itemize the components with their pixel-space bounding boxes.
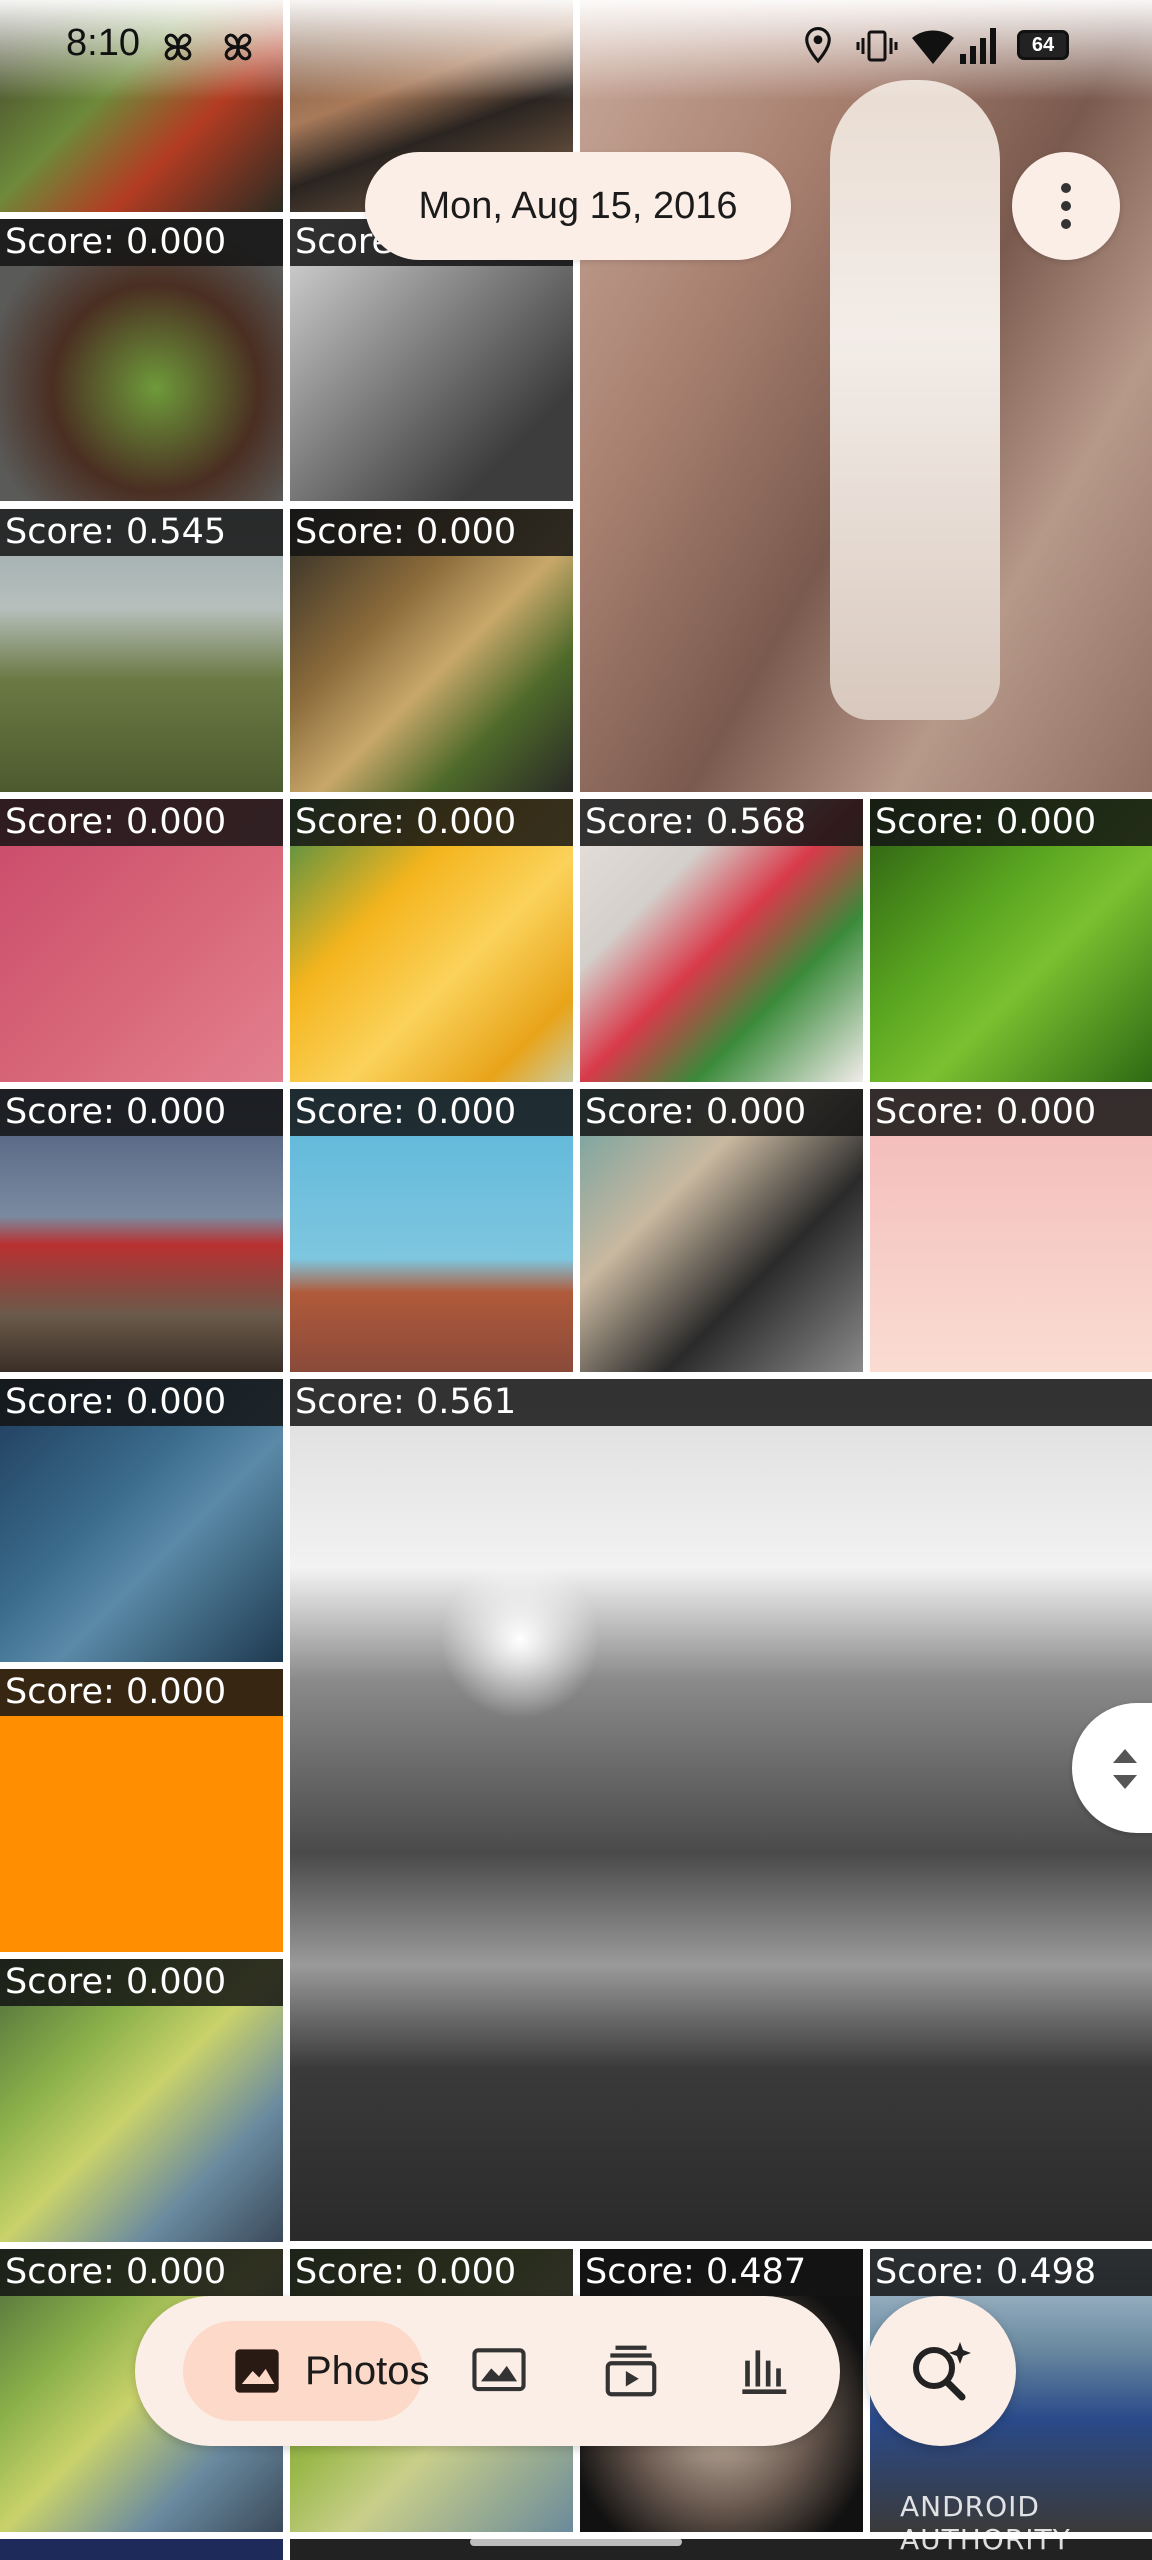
score-label: Score: 0.498: [870, 2249, 1152, 2296]
scroll-arrows-icon: [1113, 1749, 1137, 1789]
library-icon[interactable]: [732, 2340, 794, 2402]
photo-tile-orange-solid[interactable]: Score: 0.000: [0, 1669, 283, 1952]
photo-tile-peach-gradient[interactable]: Score: 0.000: [870, 1089, 1152, 1372]
status-time: 8:10: [66, 22, 140, 64]
photo-tile-canyon[interactable]: Score: 0.000: [290, 1089, 573, 1372]
score-label: Score: 0.561: [290, 1379, 1152, 1426]
score-label: Score: 0.000: [580, 1089, 863, 1136]
pinwheel-icon: [224, 33, 252, 61]
score-label: Score: 0.487: [580, 2249, 863, 2296]
dress-figure: [830, 80, 1000, 720]
score-label: Score: 0.545: [0, 509, 283, 556]
battery-icon: 64: [1017, 30, 1069, 60]
photo-tile-woman-white-dress[interactable]: [580, 0, 1152, 792]
vibrate-icon: [856, 30, 898, 62]
sun-glow: [440, 1559, 600, 1719]
collections-icon[interactable]: [468, 2340, 530, 2402]
score-label: Score: 0.000: [290, 2249, 573, 2296]
photo-tile-vintage-cars[interactable]: Score: 0.000: [580, 1089, 863, 1372]
score-label: Score: 0.000: [0, 1959, 283, 2006]
photo-tile-pizza-board[interactable]: Score: 0.000: [290, 509, 573, 792]
photo-tile-orange-juice[interactable]: Score: 0.000: [290, 799, 573, 1082]
signal-icon: [960, 28, 996, 64]
photo-tile-pink-gradient[interactable]: Score: 0.000: [0, 799, 283, 1082]
photo-tile-cat-butterfly[interactable]: Score: 0.000: [290, 219, 573, 501]
photo-tile-blue-wood[interactable]: Score: 0.000: [0, 1379, 283, 1662]
score-label: Score: 0.000: [0, 1089, 283, 1136]
photo-tile-partial[interactable]: [0, 2539, 283, 2560]
more-vert-icon: [1061, 183, 1071, 229]
photo-tile-grass[interactable]: Score: 0.000: [870, 799, 1152, 1082]
photos-icon: [235, 2349, 279, 2393]
more-options-button[interactable]: [1012, 152, 1120, 260]
photo-tile-mountain-lake[interactable]: Score: 0.561: [290, 1379, 1152, 2241]
bottom-navigation-bar: Photos: [135, 2296, 840, 2446]
photo-tile-boy-net[interactable]: Score: 0.545: [0, 509, 283, 792]
score-label: Score: 0.000: [0, 1669, 283, 1716]
nav-photos-tab[interactable]: Photos: [183, 2321, 430, 2421]
photo-tile-steak-plate[interactable]: Score: 0.000: [0, 219, 283, 501]
score-label: Score: 0.000: [870, 799, 1152, 846]
score-label: Score: 0.000: [290, 509, 573, 556]
score-label: Score: 0.000: [0, 2249, 283, 2296]
wifi-icon: [912, 30, 954, 64]
search-button[interactable]: [866, 2296, 1016, 2446]
photo-tile-superhero-kid[interactable]: Score: 0.000: [0, 1089, 283, 1372]
location-icon: [805, 26, 831, 64]
home-indicator[interactable]: [470, 2538, 682, 2546]
score-label: Score: 0.000: [290, 1089, 573, 1136]
watermark: ANDROID AUTHORITY: [900, 2490, 1071, 2556]
status-bar: 8:10 64: [0, 0, 1152, 100]
nav-photos-label: Photos: [305, 2349, 430, 2393]
photo-tile-parakeet[interactable]: Score: 0.000: [0, 1959, 283, 2242]
score-label: Score: 0.568: [580, 799, 863, 846]
score-label: Score: 0.000: [0, 799, 283, 846]
score-label: Score: 0.000: [0, 219, 283, 266]
score-label: Score: 0.000: [0, 1379, 283, 1426]
memories-icon[interactable]: [600, 2340, 662, 2402]
score-label: Score: 0.000: [290, 799, 573, 846]
date-header-chip[interactable]: Mon, Aug 15, 2016: [365, 152, 791, 260]
pinwheel-icon: [164, 33, 192, 61]
score-label: Score: 0.000: [870, 1089, 1152, 1136]
search-sparkle-icon: [913, 2342, 971, 2401]
battery-level: 64: [1031, 34, 1055, 56]
photo-tile-popsicle[interactable]: Score: 0.568: [580, 799, 863, 1082]
